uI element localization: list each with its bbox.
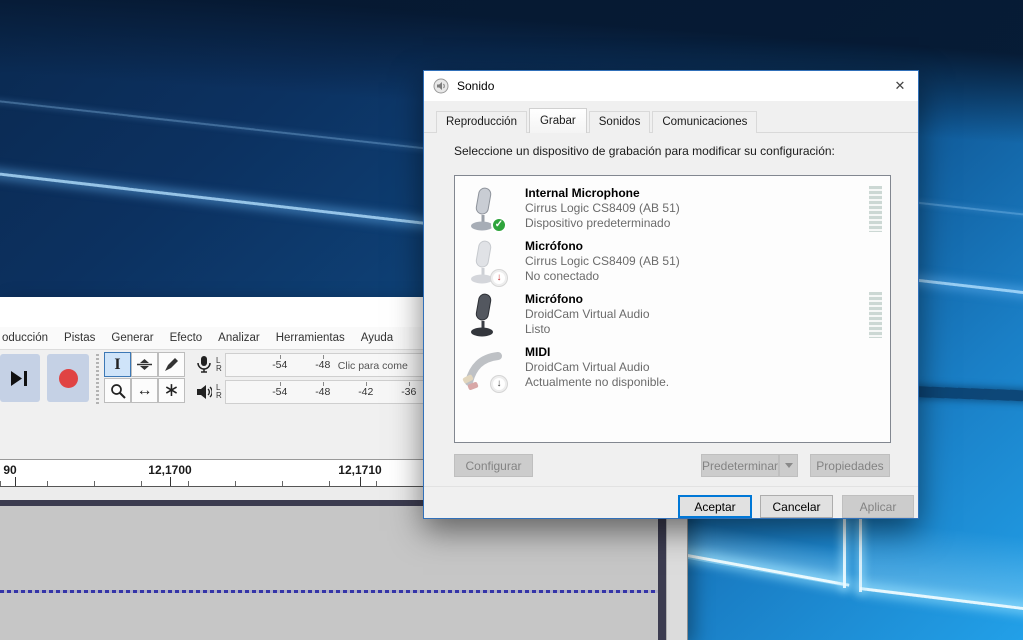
record-meter-tick: -54 xyxy=(272,359,287,371)
apply-button[interactable]: Aplicar xyxy=(842,495,914,518)
timeline-label: 90 xyxy=(3,463,16,477)
unavailable-icon: ↓ xyxy=(491,376,507,392)
menu-item-analizar[interactable]: Analizar xyxy=(210,332,268,344)
device-name: MIDI xyxy=(525,345,669,360)
menu-item-ayuda[interactable]: Ayuda xyxy=(353,332,401,344)
device-row-midi[interactable]: ↓ MIDI DroidCam Virtual Audio Actualment… xyxy=(455,341,890,394)
playback-meter-tick: -54 xyxy=(272,386,287,398)
microphone-icon xyxy=(464,292,502,338)
menu-item-generar[interactable]: Generar xyxy=(103,332,161,344)
skip-to-end-icon xyxy=(11,371,29,386)
sound-dialog: Sonido ✕ Reproducción Grabar Sonidos Com… xyxy=(423,70,919,519)
envelope-tool-icon xyxy=(136,357,153,372)
timeshift-tool-button[interactable]: ↔ xyxy=(131,378,158,403)
playback-meter-tick: -36 xyxy=(401,386,416,398)
record-meter-scale: -54 -48 Clic para come xyxy=(225,353,425,377)
windows-logo-beam xyxy=(860,587,1023,611)
device-name: Micrófono xyxy=(525,239,680,254)
set-default-button[interactable]: Predeterminar xyxy=(701,454,779,477)
device-row-internal-microphone[interactable]: ✓ Internal Microphone Cirrus Logic CS840… xyxy=(455,182,890,235)
track-right-border xyxy=(658,500,666,640)
recording-device-list: ✓ Internal Microphone Cirrus Logic CS840… xyxy=(454,175,891,443)
multi-tool-button[interactable]: ∗ xyxy=(158,378,185,403)
zoom-tool-button[interactable] xyxy=(104,378,131,403)
record-icon xyxy=(59,369,78,388)
device-description: DroidCam Virtual Audio xyxy=(525,360,669,375)
menu-item-reproduccion-partial[interactable]: oducción xyxy=(0,332,56,344)
close-icon[interactable]: ✕ xyxy=(882,71,918,101)
device-status: No conectado xyxy=(525,269,680,284)
device-status: Actualmente no disponible. xyxy=(525,375,669,390)
screen: oducción Pistas Generar Efecto Analizar … xyxy=(0,0,1023,640)
playback-meter-scale: -54 -48 -42 -36 xyxy=(225,380,425,404)
device-row-microfono-droidcam[interactable]: Micrófono DroidCam Virtual Audio Listo xyxy=(455,288,890,341)
ok-button[interactable]: Aceptar xyxy=(678,495,752,518)
dialog-titlebar[interactable]: Sonido ✕ xyxy=(424,71,918,101)
multi-tool-icon: ∗ xyxy=(164,386,180,396)
windows-logo-gap-line xyxy=(859,518,862,592)
menu-item-pistas[interactable]: Pistas xyxy=(56,332,103,344)
configure-button[interactable]: Configurar xyxy=(454,454,533,477)
dialog-tabs: Reproducción Grabar Sonidos Comunicacion… xyxy=(424,109,918,133)
device-status: Dispositivo predeterminado xyxy=(525,216,680,231)
device-level-meter xyxy=(869,186,882,232)
record-button[interactable] xyxy=(47,354,89,402)
recording-meter-toolbar[interactable]: LR -54 -48 Clic para come xyxy=(196,352,425,378)
device-name: Micrófono xyxy=(525,292,650,307)
playback-meter-right-label: R xyxy=(216,391,222,400)
record-meter-monitor-hint: Clic para come xyxy=(338,360,408,372)
tab-grabar[interactable]: Grabar xyxy=(529,108,587,133)
audio-track[interactable] xyxy=(0,506,658,640)
timeshift-tool-icon: ↔ xyxy=(137,382,153,400)
footer-separator xyxy=(424,486,918,487)
envelope-tool-button[interactable] xyxy=(131,352,158,377)
device-status: Listo xyxy=(525,322,650,337)
device-row-microfono-cirrus[interactable]: ↓ Micrófono Cirrus Logic CS8409 (AB 51) … xyxy=(455,235,890,288)
windows-logo-glow xyxy=(683,520,845,587)
playback-meter-tick: -48 xyxy=(315,386,330,398)
sound-speaker-icon xyxy=(433,78,449,94)
playback-meter-toolbar: LR -54 -48 -42 -36 xyxy=(196,379,425,405)
device-level-meter xyxy=(869,292,882,338)
windows-logo-gap-line xyxy=(843,518,846,588)
selection-tool-icon: I xyxy=(114,356,120,374)
tab-comunicaciones[interactable]: Comunicaciones xyxy=(652,111,757,133)
zoom-tool-icon xyxy=(110,383,126,399)
playback-meter-speaker-icon xyxy=(196,384,212,400)
skip-to-end-button[interactable] xyxy=(0,354,40,402)
default-device-check-icon: ✓ xyxy=(491,217,507,233)
selection-tool-button[interactable]: I xyxy=(104,352,131,377)
dropdown-arrow-icon xyxy=(785,463,793,468)
instruction-text: Seleccione un dispositivo de grabación p… xyxy=(454,144,835,158)
playback-meter-tick: -42 xyxy=(358,386,373,398)
draw-tool-icon xyxy=(164,357,179,372)
device-description: DroidCam Virtual Audio xyxy=(525,307,650,322)
set-default-dropdown-button[interactable] xyxy=(779,454,798,477)
tab-reproduccion[interactable]: Reproducción xyxy=(436,111,527,133)
record-meter-mic-icon xyxy=(196,355,212,375)
device-description: Cirrus Logic CS8409 (AB 51) xyxy=(525,254,680,269)
waveform-zero-line xyxy=(0,590,658,593)
cancel-button[interactable]: Cancelar xyxy=(760,495,833,518)
tab-sonidos[interactable]: Sonidos xyxy=(589,111,651,133)
timeline-label: 12,1700 xyxy=(148,463,191,477)
windows-logo-beam xyxy=(682,553,850,587)
record-meter-tick: -48 xyxy=(315,359,330,371)
windows-logo-glow xyxy=(862,520,1023,607)
tools-toolbar-grip[interactable] xyxy=(96,354,99,404)
draw-tool-button[interactable] xyxy=(158,352,185,377)
menu-item-efecto[interactable]: Efecto xyxy=(162,332,211,344)
device-description: Cirrus Logic CS8409 (AB 51) xyxy=(525,201,680,216)
not-connected-icon: ↓ xyxy=(491,270,507,286)
properties-button[interactable]: Propiedades xyxy=(810,454,890,477)
menu-item-herramientas[interactable]: Herramientas xyxy=(268,332,353,344)
timeline-label: 12,1710 xyxy=(338,463,381,477)
record-meter-right-label: R xyxy=(216,364,222,373)
device-name: Internal Microphone xyxy=(525,186,680,201)
dialog-title: Sonido xyxy=(457,79,494,93)
